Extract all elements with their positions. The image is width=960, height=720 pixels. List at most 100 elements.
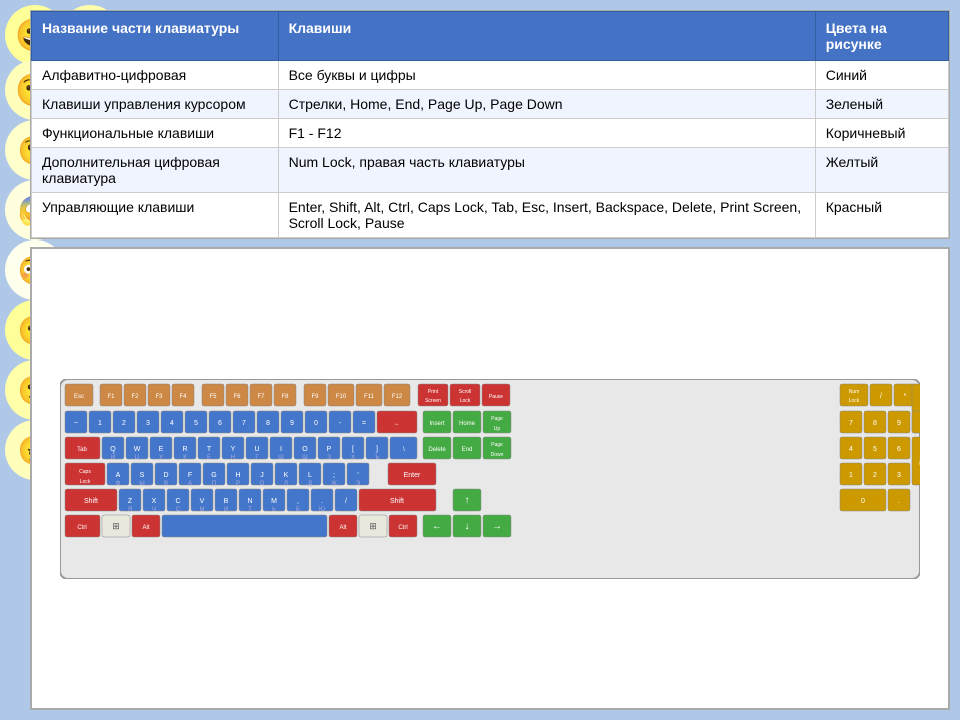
svg-text:F: F	[188, 472, 192, 479]
svg-text:Page: Page	[491, 442, 503, 448]
cell-color: Коричневый	[815, 119, 948, 148]
svg-text:,: ,	[297, 498, 299, 505]
svg-text:Y: Y	[231, 446, 236, 453]
svg-text:X: X	[152, 498, 157, 505]
svg-text:Shift: Shift	[390, 498, 404, 505]
svg-text:Alt: Alt	[142, 525, 149, 531]
svg-text:⊞: ⊞	[112, 521, 120, 531]
svg-text:Ctrl: Ctrl	[77, 525, 86, 531]
keyboard-parts-table: Название части клавиатуры Клавиши Цвета …	[30, 10, 950, 239]
svg-text:Up: Up	[494, 426, 501, 432]
svg-text:F6: F6	[233, 394, 241, 400]
svg-text:Alt: Alt	[339, 525, 346, 531]
svg-text:Delete: Delete	[428, 447, 446, 453]
svg-text:З: З	[327, 455, 331, 461]
svg-text:А: А	[188, 481, 192, 487]
svg-text:N: N	[247, 498, 252, 505]
cell-part: Функциональные клавиши	[32, 119, 279, 148]
cell-part: Алфавитно-цифровая	[32, 61, 279, 90]
svg-text:H: H	[235, 472, 240, 479]
svg-text:*: *	[904, 393, 907, 400]
svg-text:F4: F4	[179, 394, 187, 400]
svg-text:В: В	[164, 481, 168, 487]
table-row: Клавиши управления курсором Стрелки, Hom…	[32, 90, 949, 119]
svg-text:=: =	[362, 420, 366, 427]
svg-text:8: 8	[873, 420, 877, 427]
cell-keys: Стрелки, Home, End, Page Up, Page Down	[278, 90, 815, 119]
svg-text:M: M	[271, 498, 277, 505]
main-content: Название части клавиатуры Клавиши Цвета …	[30, 10, 950, 710]
svg-text:B: B	[224, 498, 229, 505]
svg-text:2: 2	[122, 420, 126, 427]
svg-text:Lock: Lock	[849, 398, 860, 404]
svg-text:Esc: Esc	[74, 394, 84, 400]
svg-text:Pause: Pause	[489, 394, 503, 400]
svg-text:7: 7	[242, 420, 246, 427]
svg-text:W: W	[134, 446, 141, 453]
svg-text:Ш: Ш	[278, 455, 284, 461]
table-row: Дополнительная цифровая клавиатура Num L…	[32, 148, 949, 193]
svg-text:F1: F1	[107, 394, 115, 400]
svg-text:K: K	[284, 472, 289, 479]
cell-keys: Все буквы и цифры	[278, 61, 815, 90]
svg-text:1: 1	[849, 472, 853, 479]
svg-text:Ы: Ы	[139, 481, 144, 487]
svg-text:/: /	[880, 393, 882, 400]
svg-text:T: T	[207, 446, 212, 453]
svg-text:/: /	[345, 498, 347, 505]
svg-text:Х: Х	[351, 455, 355, 461]
svg-text:⊞: ⊞	[369, 521, 377, 531]
svg-text:Й: Й	[111, 453, 115, 461]
svg-text:3: 3	[897, 472, 901, 479]
svg-text:]: ]	[376, 446, 378, 453]
svg-text:Ctrl: Ctrl	[398, 525, 407, 531]
col-header-keys: Клавиши	[278, 12, 815, 61]
svg-text:9: 9	[290, 420, 294, 427]
svg-text:F5: F5	[209, 394, 217, 400]
svg-text:К: К	[183, 455, 187, 461]
svg-text:С: С	[176, 507, 181, 513]
svg-text:Page: Page	[491, 416, 503, 422]
svg-text:М: М	[200, 507, 205, 513]
svg-text:Л: Л	[284, 481, 288, 487]
cell-keys: F1 - F12	[278, 119, 815, 148]
svg-text:F11: F11	[364, 394, 375, 400]
table-row: Управляющие клавиши Enter, Shift, Alt, C…	[32, 193, 949, 238]
keyboard-diagram: Esc F1 F2 F3 F4 F5 F6 F7 F8 F9	[60, 379, 920, 579]
svg-text:G: G	[211, 472, 216, 479]
cell-color: Синий	[815, 61, 948, 90]
cell-part: Дополнительная цифровая клавиатура	[32, 148, 279, 193]
svg-text:V: V	[200, 498, 205, 505]
svg-text:F8: F8	[281, 394, 289, 400]
svg-text:Down: Down	[491, 452, 504, 458]
keyboard-image-container: Esc F1 F2 F3 F4 F5 F6 F7 F8 F9	[30, 247, 950, 710]
svg-text:A: A	[116, 472, 121, 479]
svg-text:Insert: Insert	[429, 421, 444, 427]
svg-text:1: 1	[98, 420, 102, 427]
svg-text:Е: Е	[207, 455, 211, 461]
svg-text:←: ←	[432, 521, 442, 532]
table-row: Функциональные клавиши F1 - F12 Коричнев…	[32, 119, 949, 148]
svg-text:6: 6	[897, 446, 901, 453]
svg-text:→: →	[492, 521, 502, 532]
svg-text:Я: Я	[128, 507, 132, 513]
svg-text:Num: Num	[849, 389, 860, 395]
svg-text:Print: Print	[428, 389, 439, 395]
svg-text:~: ~	[74, 420, 78, 427]
svg-text:У: У	[159, 455, 163, 461]
svg-text:Т: Т	[248, 507, 252, 513]
svg-text:Д: Д	[308, 481, 312, 487]
svg-text:↑: ↑	[465, 495, 470, 506]
svg-text:Tab: Tab	[77, 447, 87, 453]
svg-text:Б: Б	[296, 507, 300, 513]
svg-text:Ю: Ю	[319, 507, 325, 513]
svg-text:П: П	[212, 481, 216, 487]
svg-text:Home: Home	[459, 421, 476, 427]
svg-text:0: 0	[314, 420, 318, 427]
svg-text:0: 0	[861, 498, 865, 505]
svg-text:6: 6	[218, 420, 222, 427]
svg-text:Э: Э	[356, 481, 361, 487]
svg-text:Z: Z	[128, 498, 133, 505]
svg-text:.: .	[898, 498, 900, 505]
cell-keys: Enter, Shift, Alt, Ctrl, Caps Lock, Tab,…	[278, 193, 815, 238]
